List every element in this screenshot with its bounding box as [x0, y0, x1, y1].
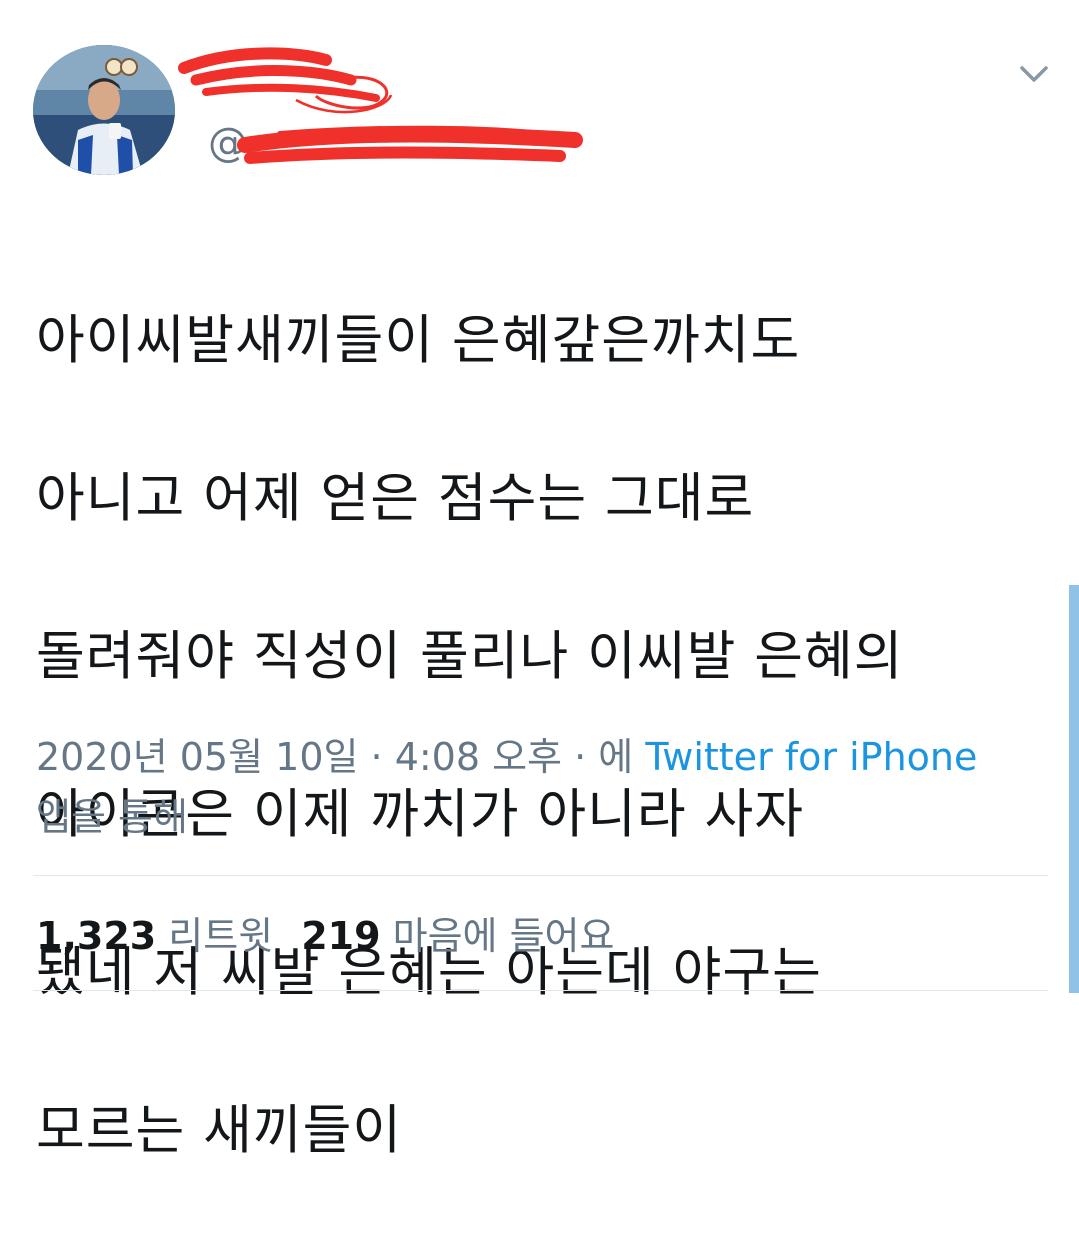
tweet-text-line: 돌려줘야 직성이 풀리나 이씨발 은혜의: [36, 626, 904, 687]
avatar-photo: [33, 45, 175, 175]
likes-count: 219: [301, 914, 381, 958]
likes-stat[interactable]: 219 마음에 들어요: [301, 914, 614, 958]
tweet-text-line: 모르는 새끼들이: [36, 1100, 403, 1161]
redacted-handle: [237, 125, 583, 164]
divider: [33, 990, 1048, 991]
scrollbar[interactable]: [1069, 585, 1079, 993]
avatar[interactable]: [33, 45, 175, 175]
retweets-label: 리트윗: [168, 914, 274, 958]
tweet-text-line: 아이씨발새끼들이 은혜갚은까치도: [36, 310, 801, 371]
likes-label: 마음에 들어요: [392, 914, 615, 958]
retweets-stat[interactable]: 1,323 리트윗: [36, 914, 273, 958]
source-app-link[interactable]: Twitter for iPhone: [645, 735, 977, 779]
source-suffix: 앱을 통해: [36, 795, 188, 839]
tweet-stats: 1,323 리트윗 219 마음에 들어요: [36, 908, 614, 964]
redacted-display-name: [178, 47, 393, 114]
tweet-meta: 2020년 05월 10일 · 4:08 오후 · 에 Twitter for …: [36, 727, 996, 847]
divider: [33, 875, 1048, 876]
tweet-timestamp[interactable]: 2020년 05월 10일 · 4:08 오후 · 에: [36, 735, 633, 779]
retweets-count: 1,323: [36, 914, 157, 958]
tweet-text-line: 아니고 어제 얻은 점수는 그대로: [36, 468, 755, 529]
chevron-down-icon[interactable]: [1016, 60, 1052, 88]
